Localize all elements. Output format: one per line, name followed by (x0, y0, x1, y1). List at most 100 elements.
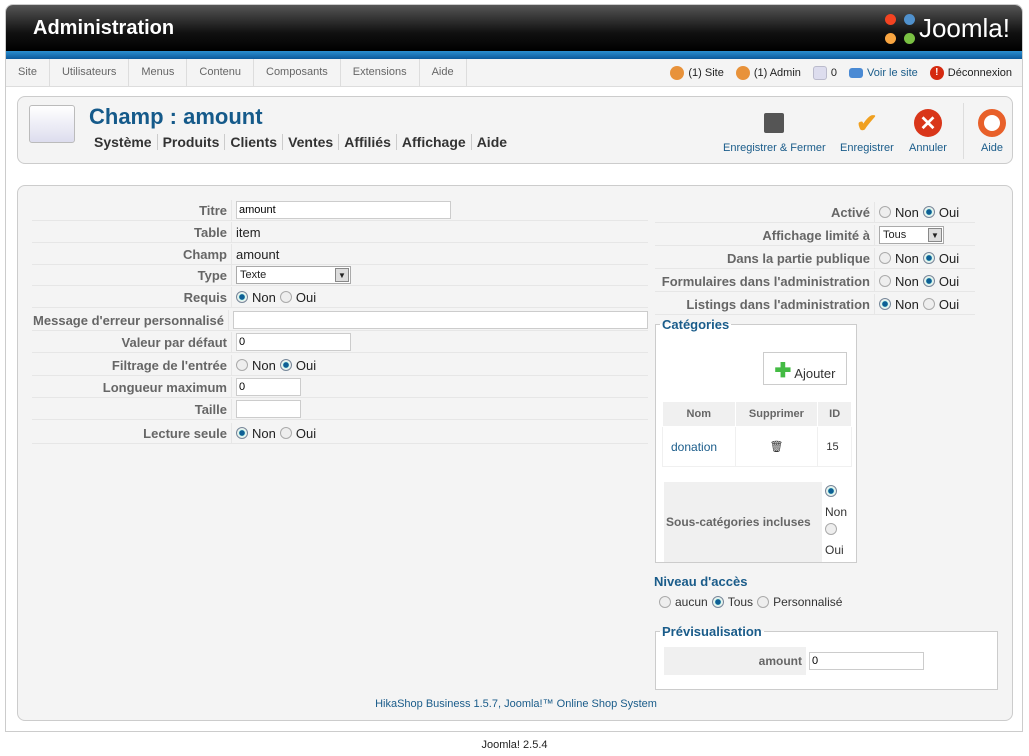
category-name-link[interactable]: donation (662, 426, 736, 467)
size-input[interactable] (236, 400, 301, 418)
trash-icon[interactable]: 🗑 (734, 426, 819, 467)
preview-input[interactable] (809, 652, 924, 670)
header-stripe (6, 51, 1022, 59)
messages[interactable]: 0 (812, 66, 837, 80)
maxlength-input[interactable] (236, 378, 301, 396)
add-category-button[interactable]: ✚ Ajouter (763, 352, 847, 385)
page-title: Champ : amount (89, 104, 263, 129)
listings-oui-radio[interactable] (922, 298, 935, 310)
alert-icon: ! (929, 66, 944, 80)
required-oui-radio[interactable] (279, 291, 292, 303)
label-readonly: Lecture seule (32, 423, 232, 443)
row-error-message: Message d'erreur personnalisé (32, 310, 648, 331)
label-admin-forms: Formulaires dans l'administration (655, 271, 875, 291)
title-input[interactable] (236, 201, 451, 219)
public-oui-radio[interactable] (922, 252, 935, 264)
save-close-button[interactable]: Enregistrer & Fermer (723, 109, 826, 154)
type-select[interactable]: Texte ▼ (236, 266, 351, 284)
submenu: Système Produits Clients Ventes Affiliés… (94, 134, 512, 150)
header-title: Administration (33, 17, 175, 39)
check-icon: ✔ (855, 107, 878, 138)
active-oui-radio[interactable] (922, 206, 935, 218)
submenu-sales[interactable]: Ventes (283, 134, 340, 150)
menu-extensions[interactable]: Extensions (341, 59, 420, 86)
access-custom-radio[interactable] (757, 596, 770, 608)
radio-label: Oui (938, 273, 960, 289)
footer-link[interactable]: HikaShop Business 1.5.7, Joomla!™ Online… (18, 698, 1014, 710)
field-form-icon (29, 105, 75, 143)
help-label: Aide (980, 142, 1004, 154)
required-non-radio[interactable] (236, 291, 248, 303)
access-all-radio[interactable] (711, 596, 724, 608)
row-filter: Filtrage de l'entrée Non Oui (32, 355, 648, 376)
save-button[interactable]: ✔ Enregistrer (840, 107, 894, 155)
error-message-input[interactable] (233, 311, 648, 329)
display-limited-select[interactable]: Tous ▼ (879, 226, 944, 244)
menu-help[interactable]: Aide (420, 59, 467, 86)
radio-label: Tous (727, 595, 754, 609)
main-panel: Titre Tableitem Champamount TypeTexte▼ R… (17, 185, 1013, 721)
radio-label: Oui (295, 425, 317, 441)
menu-content[interactable]: Contenu (187, 59, 254, 86)
joomla-logo: Joomla! (884, 13, 1010, 44)
type-value: Texte (240, 269, 267, 281)
save-label: Enregistrer (840, 142, 894, 154)
radio-label: Oui (295, 289, 317, 305)
screen-icon (849, 68, 864, 78)
preview-legend: Prévisualisation (662, 624, 762, 639)
label-maxlength: Longueur maximum (32, 377, 232, 397)
radio-label: Non (895, 250, 919, 266)
categories-fieldset: Catégories ✚ Ajouter Nom Supprimer ID donat… (655, 317, 857, 563)
help-button[interactable]: Aide (978, 109, 1006, 154)
label-admin-listings: Listings dans l'administration (655, 294, 875, 314)
submenu-customers[interactable]: Clients (225, 134, 284, 150)
row-default: Valeur par défaut (32, 332, 648, 353)
menu-menus[interactable]: Menus (129, 59, 188, 86)
preview-fieldset: Prévisualisation amount (655, 624, 998, 690)
submenu-affiliates[interactable]: Affiliés (339, 134, 397, 150)
radio-label: aucun (675, 595, 708, 609)
access-none-radio[interactable] (659, 596, 671, 608)
submenu-system[interactable]: Système (94, 134, 158, 150)
radio-label: Oui (938, 250, 960, 266)
listings-non-radio[interactable] (879, 298, 891, 310)
readonly-non-radio[interactable] (236, 427, 248, 439)
filter-non-radio[interactable] (236, 359, 248, 371)
readonly-oui-radio[interactable] (279, 427, 292, 439)
row-table: Table item (32, 222, 648, 243)
radio-label: Non (895, 204, 919, 220)
save-close-label: Enregistrer & Fermer (723, 142, 826, 154)
cancel-button[interactable]: ✕ Annuler (909, 109, 947, 154)
label-active: Activé (655, 202, 875, 222)
public-non-radio[interactable] (879, 252, 891, 264)
preview-label: amount (664, 647, 806, 675)
add-label: Ajouter (794, 366, 836, 381)
default-value-input[interactable] (236, 333, 351, 351)
menu-site[interactable]: Site (6, 59, 50, 86)
subcategories-non-radio[interactable] (825, 485, 837, 497)
menu-users[interactable]: Utilisateurs (50, 59, 130, 86)
logout-link[interactable]: ! Déconnexion (929, 66, 1012, 80)
categories-legend: Catégories (662, 317, 730, 332)
label-type: Type (32, 265, 232, 285)
chevron-down-icon: ▼ (335, 268, 349, 282)
radio-label: Oui (825, 543, 844, 557)
submenu-products[interactable]: Produits (158, 134, 226, 150)
label-display-limited: Affichage limité à (655, 225, 875, 245)
submenu-help[interactable]: Aide (472, 134, 512, 150)
header: Administration Joomla! (6, 5, 1022, 51)
subcategories-oui-radio[interactable] (825, 523, 837, 535)
admin-window: Administration Joomla! Site Utilisateurs… (5, 4, 1023, 732)
filter-oui-radio[interactable] (279, 359, 292, 371)
view-site-link[interactable]: Voir le site (849, 67, 918, 79)
admin-forms-oui-radio[interactable] (922, 275, 935, 287)
toolbar: Champ : amount Système Produits Clients … (17, 96, 1013, 164)
table-row: donation 🗑 15 (662, 426, 852, 467)
submenu-display[interactable]: Affichage (397, 134, 472, 150)
admin-forms-non-radio[interactable] (879, 275, 891, 287)
row-required: Requis Non Oui (32, 287, 648, 308)
row-title: Titre (32, 200, 648, 221)
label-default: Valeur par défaut (32, 332, 232, 352)
menu-components[interactable]: Composants (254, 59, 341, 86)
active-non-radio[interactable] (879, 206, 891, 218)
